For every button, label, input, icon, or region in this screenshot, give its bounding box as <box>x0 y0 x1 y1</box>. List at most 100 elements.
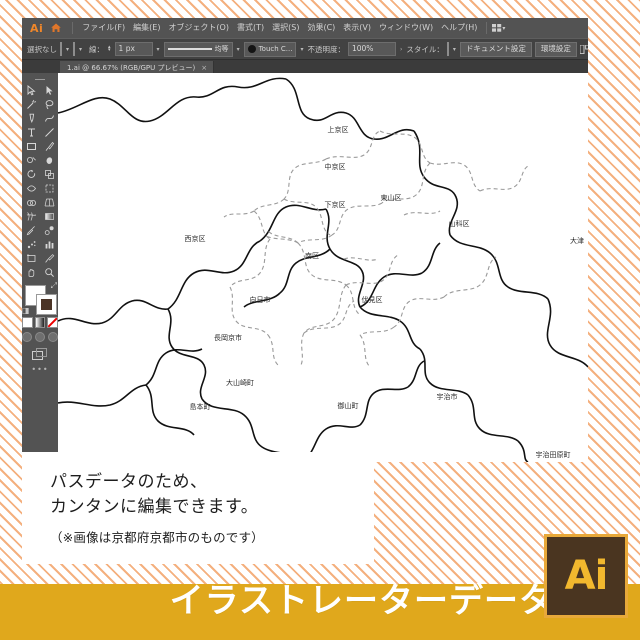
pen-tool[interactable] <box>22 111 40 125</box>
map-label: 宇治田原町 <box>535 451 571 459</box>
blend-tool[interactable] <box>40 223 58 237</box>
map-label: 向日市 <box>249 296 271 304</box>
blob-brush-tool[interactable] <box>40 153 58 167</box>
gradient-swatch-button[interactable] <box>34 317 46 328</box>
mesh-tool[interactable] <box>22 209 40 223</box>
screen-mode-button[interactable] <box>22 348 58 361</box>
map-label: 西京区 <box>184 235 206 243</box>
selection-tool[interactable] <box>22 83 40 97</box>
workspace-switcher-icon[interactable] <box>492 24 502 32</box>
width-tool[interactable] <box>22 181 40 195</box>
map-label: 伏見区 <box>361 296 383 304</box>
draw-behind-button[interactable] <box>35 332 45 342</box>
zoom-tool[interactable] <box>40 265 58 279</box>
brush-preview-icon <box>247 45 256 53</box>
symbol-sprayer-tool[interactable] <box>22 237 40 251</box>
free-transform-tool[interactable] <box>40 181 58 195</box>
gradient-tool[interactable] <box>40 209 58 223</box>
menu-object[interactable]: オブジェクト(O) <box>164 18 233 38</box>
lasso-tool[interactable] <box>40 97 58 111</box>
panel-dock-icon[interactable] <box>579 44 588 54</box>
menu-view[interactable]: 表示(V) <box>339 18 375 38</box>
slice-tool[interactable] <box>40 251 58 265</box>
column-graph-tool[interactable] <box>40 237 58 251</box>
menu-select[interactable]: 選択(S) <box>268 18 303 38</box>
tools-panel: ⤢ ◨ ••• <box>22 73 59 462</box>
menu-divider-2 <box>486 22 488 34</box>
graphic-style-swatch[interactable] <box>446 42 449 56</box>
fill-swatch[interactable] <box>60 42 62 56</box>
stroke-color-box[interactable] <box>36 294 57 315</box>
map-label: 東山区 <box>380 194 402 202</box>
menu-divider <box>72 22 74 34</box>
stroke-profile-preview-icon <box>167 48 212 50</box>
rotate-tool[interactable] <box>22 167 40 181</box>
map-label: 大山崎町 <box>226 379 254 387</box>
type-tool[interactable] <box>22 125 40 139</box>
brush-definition-selector[interactable]: Touch C... <box>243 41 297 57</box>
fill-chevron-down-icon[interactable]: ▾ <box>65 46 70 53</box>
draw-inside-button[interactable] <box>48 332 58 342</box>
map-label: 中京区 <box>324 163 346 171</box>
work-area: ⤢ ◨ ••• 上京区 中京区 下京区 東山区 山科区 大津 西京区 南区 向日… <box>22 73 588 462</box>
swap-fill-stroke-icon[interactable]: ⤢ <box>51 281 57 291</box>
color-mode-row <box>22 317 59 328</box>
direct-selection-tool[interactable] <box>40 83 58 97</box>
stroke-profile-label: 均等 <box>214 45 229 53</box>
document-setup-button[interactable]: ドキュメント設定 <box>459 41 532 57</box>
color-swatch-button[interactable] <box>22 317 33 328</box>
menu-file[interactable]: ファイル(F) <box>78 18 129 38</box>
stroke-weight-input[interactable]: 1 px <box>114 42 153 56</box>
stroke-chevron-down-icon[interactable]: ▾ <box>78 46 83 53</box>
stroke-profile-selector[interactable]: 均等 <box>163 41 233 57</box>
perspective-grid-tool[interactable] <box>40 195 58 209</box>
map-label: 山科区 <box>448 220 470 228</box>
default-fill-stroke-icon[interactable]: ◨ <box>22 306 30 315</box>
menu-type[interactable]: 書式(T) <box>233 18 268 38</box>
stroke-stepper[interactable]: ▴ ▾ <box>107 45 112 53</box>
scale-tool[interactable] <box>40 167 58 181</box>
ai-badge: Ai <box>544 534 628 618</box>
draw-normal-button[interactable] <box>22 332 32 342</box>
line-segment-tool[interactable] <box>40 125 58 139</box>
eyedropper-tool[interactable] <box>22 223 40 237</box>
menu-edit[interactable]: 編集(E) <box>129 18 164 38</box>
more-tools-button[interactable]: ••• <box>22 365 58 374</box>
illustrator-window: Ai ファイル(F) 編集(E) オブジェクト(O) 書式(T) 選択(S) 効… <box>22 18 588 462</box>
caption-line-2: カンタンに編集できます。 <box>50 497 259 517</box>
none-swatch-button[interactable] <box>47 317 59 328</box>
stroke-weight-chevron-down-icon[interactable]: ▾ <box>156 46 161 53</box>
map-label: 大津 <box>570 237 584 245</box>
banner-title: イラストレーターデータ <box>169 581 554 621</box>
menu-help[interactable]: ヘルプ(H) <box>437 18 481 38</box>
home-icon[interactable] <box>49 21 63 35</box>
shaper-tool[interactable] <box>22 153 40 167</box>
map-label: 下京区 <box>324 201 346 209</box>
map-label: 南区 <box>305 252 319 260</box>
canvas-artboard[interactable]: 上京区 中京区 下京区 東山区 山科区 大津 西京区 南区 向日市 伏見区 長岡京市 大山崎町 島本町 御… <box>58 73 588 462</box>
stroke-swatch[interactable] <box>73 42 76 56</box>
opacity-input[interactable]: 100% <box>347 42 396 56</box>
paintbrush-tool[interactable] <box>40 139 58 153</box>
magic-wand-tool[interactable] <box>22 97 40 111</box>
curvature-tool[interactable] <box>40 111 58 125</box>
style-chevron-down-icon[interactable]: ▾ <box>452 46 457 53</box>
rectangle-tool[interactable] <box>22 139 40 153</box>
map-label: 島本町 <box>189 403 211 411</box>
shape-builder-tool[interactable] <box>22 195 40 209</box>
tool-grid <box>22 83 58 279</box>
menu-effect[interactable]: 効果(C) <box>303 18 339 38</box>
style-label: スタイル： <box>406 44 444 54</box>
profile-chevron-down-icon[interactable]: ▾ <box>236 46 241 53</box>
hand-tool[interactable] <box>22 265 40 279</box>
artboard-tool[interactable] <box>22 251 40 265</box>
caption-line-1: パスデータのため、 <box>50 472 208 493</box>
map-label: 長岡京市 <box>214 334 242 342</box>
opacity-chevron-right-icon[interactable]: › <box>399 46 403 53</box>
preferences-button[interactable]: 環境設定 <box>534 41 577 57</box>
selection-status: 選択なし <box>27 44 57 54</box>
menu-window[interactable]: ウィンドウ(W) <box>375 18 437 38</box>
workspace-chevron-down-icon[interactable]: ▾ <box>502 25 505 32</box>
brush-chevron-down-icon[interactable]: ▾ <box>299 46 304 53</box>
control-bar: 選択なし ▾ ▾ 線： ▴ ▾ 1 px ▾ 均等 ▾ Touch C... ▾ … <box>22 38 588 60</box>
